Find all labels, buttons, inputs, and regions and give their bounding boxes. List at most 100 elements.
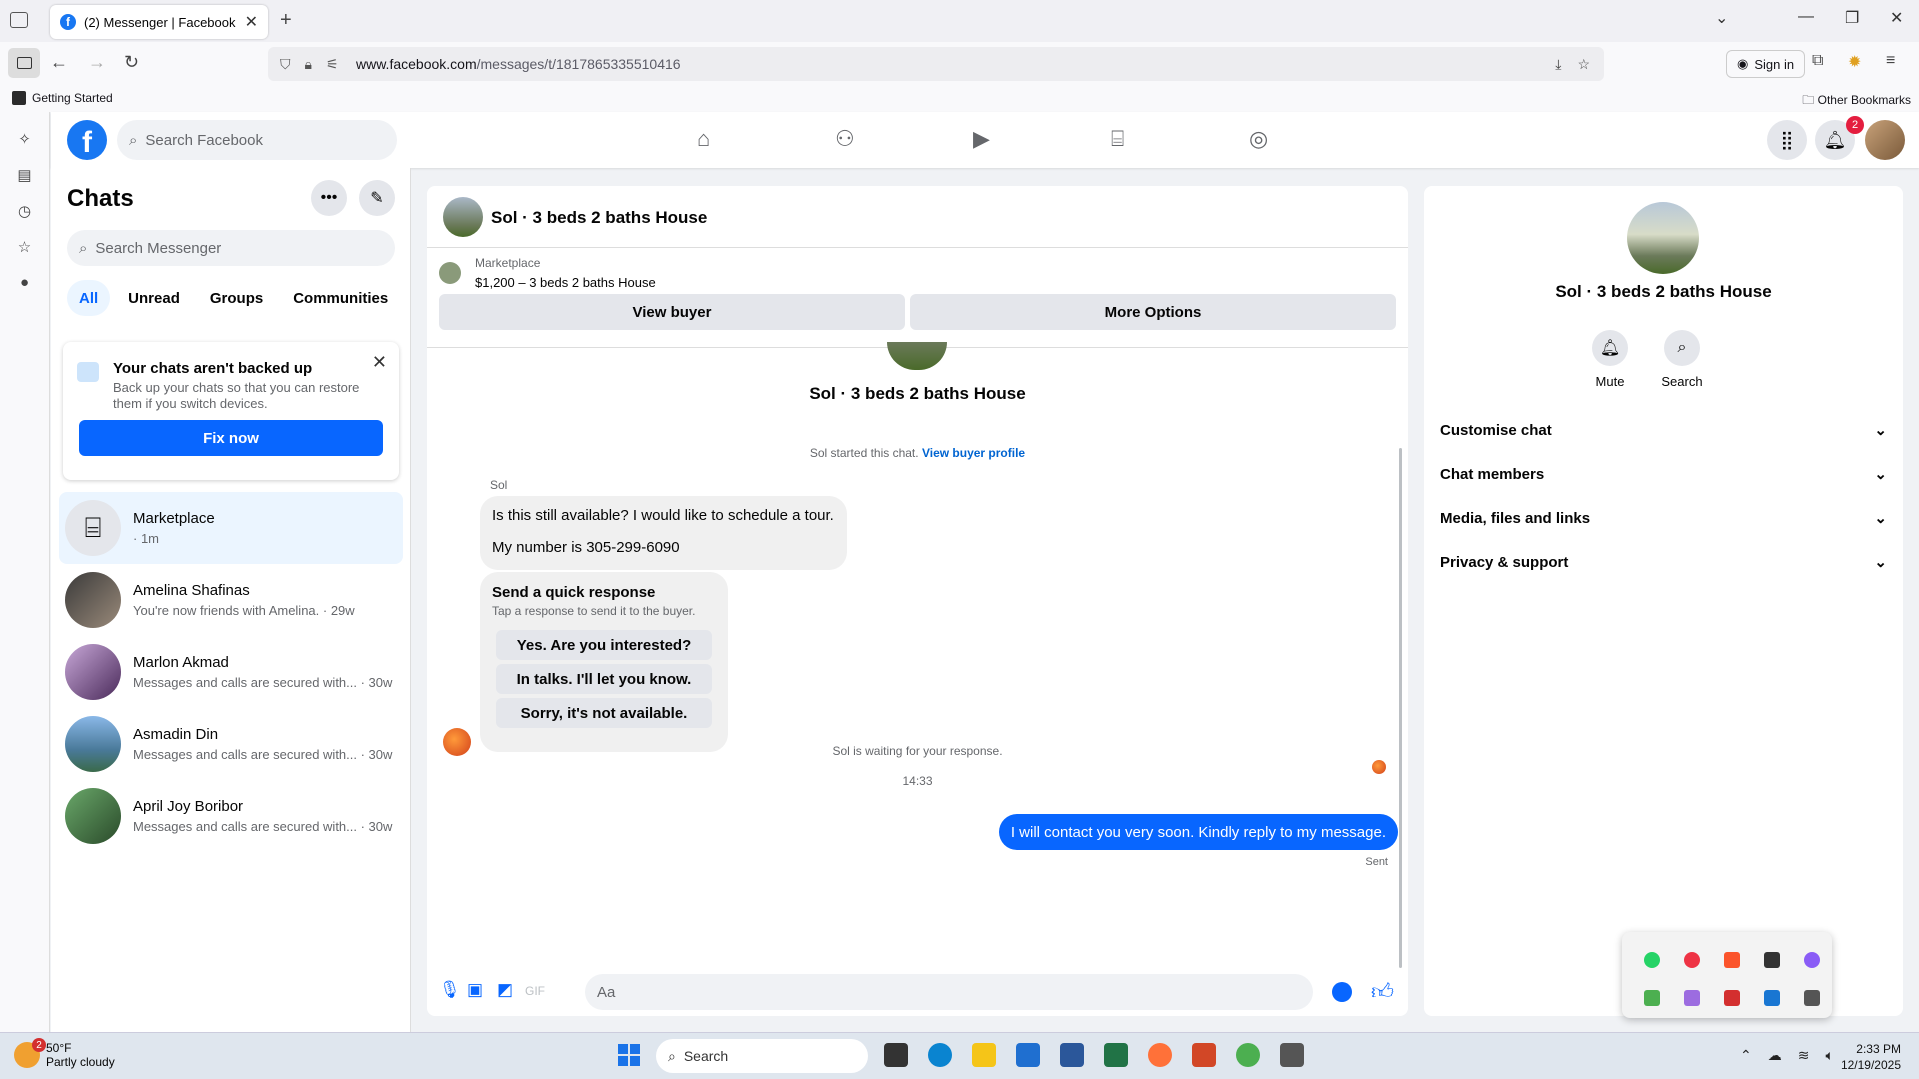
whatsapp-icon[interactable] (1644, 952, 1660, 968)
taskbar-search[interactable]: ⌕ Search (656, 1039, 868, 1073)
info-avatar[interactable] (1627, 202, 1699, 274)
permissions-icon[interactable]: ⚟ (326, 56, 339, 73)
fix-now-button[interactable]: Fix now (79, 420, 383, 456)
reload-icon[interactable]: ↻ (124, 52, 139, 73)
conversation-title[interactable]: Sol · 3 beds 2 baths House (491, 208, 707, 228)
section-media-files-links[interactable]: Media, files and links ⌄ (1440, 496, 1887, 540)
section-privacy-support[interactable]: Privacy & support ⌄ (1440, 540, 1887, 584)
conversation-avatar[interactable] (443, 197, 483, 237)
quick-response-button[interactable]: In talks. I'll let you know. (496, 664, 712, 694)
gif-icon[interactable]: GIF (525, 984, 545, 998)
clock[interactable]: 2:33 PM 12/19/2025 (1841, 1041, 1901, 1073)
sign-in-button[interactable]: ◉ Sign in (1726, 50, 1806, 78)
menu-grid-icon[interactable]: ⣿ (1767, 120, 1807, 160)
app-icon[interactable] (1280, 1043, 1304, 1067)
download-page-icon[interactable]: ⤓ (1555, 56, 1561, 73)
close-tab-icon[interactable]: ✕ (245, 12, 258, 32)
filter-communities[interactable]: Communities (281, 280, 400, 316)
other-bookmarks[interactable]: 🗀︎ Other Bookmarks (1802, 91, 1911, 112)
ai-sparkle-icon[interactable]: ✧ (0, 130, 49, 148)
cloud-offline-icon[interactable]: ☁ (1768, 1047, 1782, 1064)
synced-tabs-icon[interactable]: ▤ (0, 166, 49, 184)
friends-icon[interactable]: ⚇ (835, 126, 855, 152)
task-view-icon[interactable] (884, 1043, 908, 1067)
lock-icon[interactable]: 🔒︎ (305, 56, 312, 73)
powerpoint-icon[interactable] (1192, 1043, 1216, 1067)
brave-icon[interactable] (1724, 952, 1740, 968)
wifi-icon[interactable]: ≋ (1798, 1047, 1810, 1064)
search-button[interactable]: ⌕ Search (1652, 330, 1712, 389)
view-buyer-profile-link[interactable]: View buyer profile (922, 446, 1025, 460)
firefox-icon[interactable] (1148, 1043, 1172, 1067)
minimize-icon[interactable]: — (1798, 8, 1814, 26)
mute-button[interactable]: 🔔︎ Mute (1580, 330, 1640, 389)
bookmarks-star-icon[interactable]: ☆ (0, 238, 49, 256)
acrobat-icon[interactable] (1724, 990, 1740, 1006)
bookmark-star-icon[interactable]: ☆ (1577, 56, 1590, 73)
sticker-icon[interactable]: ◩ (497, 980, 513, 1000)
chevron-down-icon[interactable]: ⌄ (1715, 8, 1728, 28)
word-icon[interactable] (1060, 1043, 1084, 1067)
url-bar[interactable]: ⛉ 🔒︎ ⚟ www.facebook.com/messages/t/1817865… (268, 47, 1604, 81)
menu-icon[interactable]: ≡ (1886, 52, 1895, 70)
windows-start-icon[interactable] (618, 1044, 640, 1066)
back-icon[interactable]: ← (50, 52, 68, 73)
groups-icon[interactable]: ◎ (1249, 126, 1268, 152)
tab-list-icon[interactable] (10, 12, 28, 28)
photo-icon[interactable]: ▣ (467, 980, 483, 1000)
restore-icon[interactable]: ❐ (1845, 8, 1859, 28)
store-icon[interactable] (1016, 1043, 1040, 1067)
copilot-icon[interactable] (1804, 952, 1820, 968)
chat-item-marketplace[interactable]: ⌸ Marketplace · 1m (59, 492, 403, 564)
extensions-icon[interactable]: ⧉ (1812, 52, 1823, 70)
incoming-message-bubble[interactable]: Is this still available? I would like to… (480, 496, 847, 570)
onedrive-icon[interactable] (1644, 990, 1660, 1006)
history-icon[interactable]: ◷ (0, 202, 49, 220)
volume-icon[interactable]: 🔈︎ (1825, 1047, 1833, 1064)
facebook-logo-icon[interactable]: f (67, 120, 107, 160)
chat-item-amelina[interactable]: Amelina Shafinas You're now friends with … (59, 564, 403, 636)
chat-item-april[interactable]: April Joy Boribor Messages and calls are … (59, 780, 403, 852)
more-options-button[interactable]: More Options (910, 294, 1396, 330)
chrome-icon[interactable] (1684, 952, 1700, 968)
shield-icon[interactable]: ⛉ (280, 56, 291, 73)
listing-title[interactable]: $1,200 – 3 beds 2 baths House (475, 275, 656, 290)
section-chat-members[interactable]: Chat members ⌄ (1440, 452, 1887, 496)
quick-response-button[interactable]: Yes. Are you interested? (496, 630, 712, 660)
marketplace-icon[interactable]: ⌸ (1111, 126, 1124, 152)
browser-tab[interactable]: f (2) Messenger | Facebook ✕ (50, 5, 268, 39)
sidebar-toggle-button[interactable] (8, 48, 40, 78)
edge-icon[interactable] (928, 1043, 952, 1067)
profile-avatar[interactable] (1865, 120, 1905, 160)
forward-icon[interactable]: → (88, 52, 106, 73)
outgoing-message-bubble[interactable]: I will contact you very soon. Kindly rep… (998, 814, 1398, 850)
eject-icon[interactable] (1804, 990, 1820, 1006)
chrome-taskbar-icon[interactable] (1236, 1043, 1260, 1067)
cookie-extension-icon[interactable]: ● (0, 274, 49, 291)
filter-all[interactable]: All (67, 280, 111, 316)
file-explorer-icon[interactable] (972, 1043, 996, 1067)
chat-item-asmadin[interactable]: Asmadin Din Messages and calls are secure… (59, 708, 403, 780)
messenger-search-input[interactable]: ⌕ Search Messenger (67, 230, 395, 266)
tray-chevron-icon[interactable]: ⌃ (1740, 1047, 1752, 1064)
usb-icon[interactable] (1764, 952, 1780, 968)
thumbs-up-icon[interactable]: 👍︎ (1371, 978, 1394, 1005)
weather-widget[interactable]: 2 50°F Partly cloudy (14, 1038, 115, 1069)
extension-badge-icon[interactable]: ✹ (1848, 52, 1861, 72)
bookmark-getting-started[interactable]: Getting Started (12, 91, 113, 105)
more-options-icon[interactable]: ••• (311, 180, 347, 216)
thread-scrollbar[interactable] (1399, 448, 1402, 968)
new-message-icon[interactable]: ✎ (359, 180, 395, 216)
new-tab-icon[interactable]: + (280, 9, 292, 32)
quick-response-button[interactable]: Sorry, it's not available. (496, 698, 712, 728)
video-icon[interactable]: ▶ (973, 126, 990, 152)
filter-groups[interactable]: Groups (198, 280, 275, 316)
pen-icon[interactable] (1684, 990, 1700, 1006)
close-window-icon[interactable]: ✕ (1890, 8, 1903, 28)
close-icon[interactable]: ✕ (372, 352, 387, 373)
view-buyer-button[interactable]: View buyer (439, 294, 905, 330)
home-icon[interactable]: ⌂ (697, 126, 710, 152)
microphone-icon[interactable]: 🎙︎ (439, 980, 461, 1000)
section-customise-chat[interactable]: Customise chat ⌄ (1440, 408, 1887, 452)
facebook-search-input[interactable]: ⌕ Search Facebook (117, 120, 397, 160)
